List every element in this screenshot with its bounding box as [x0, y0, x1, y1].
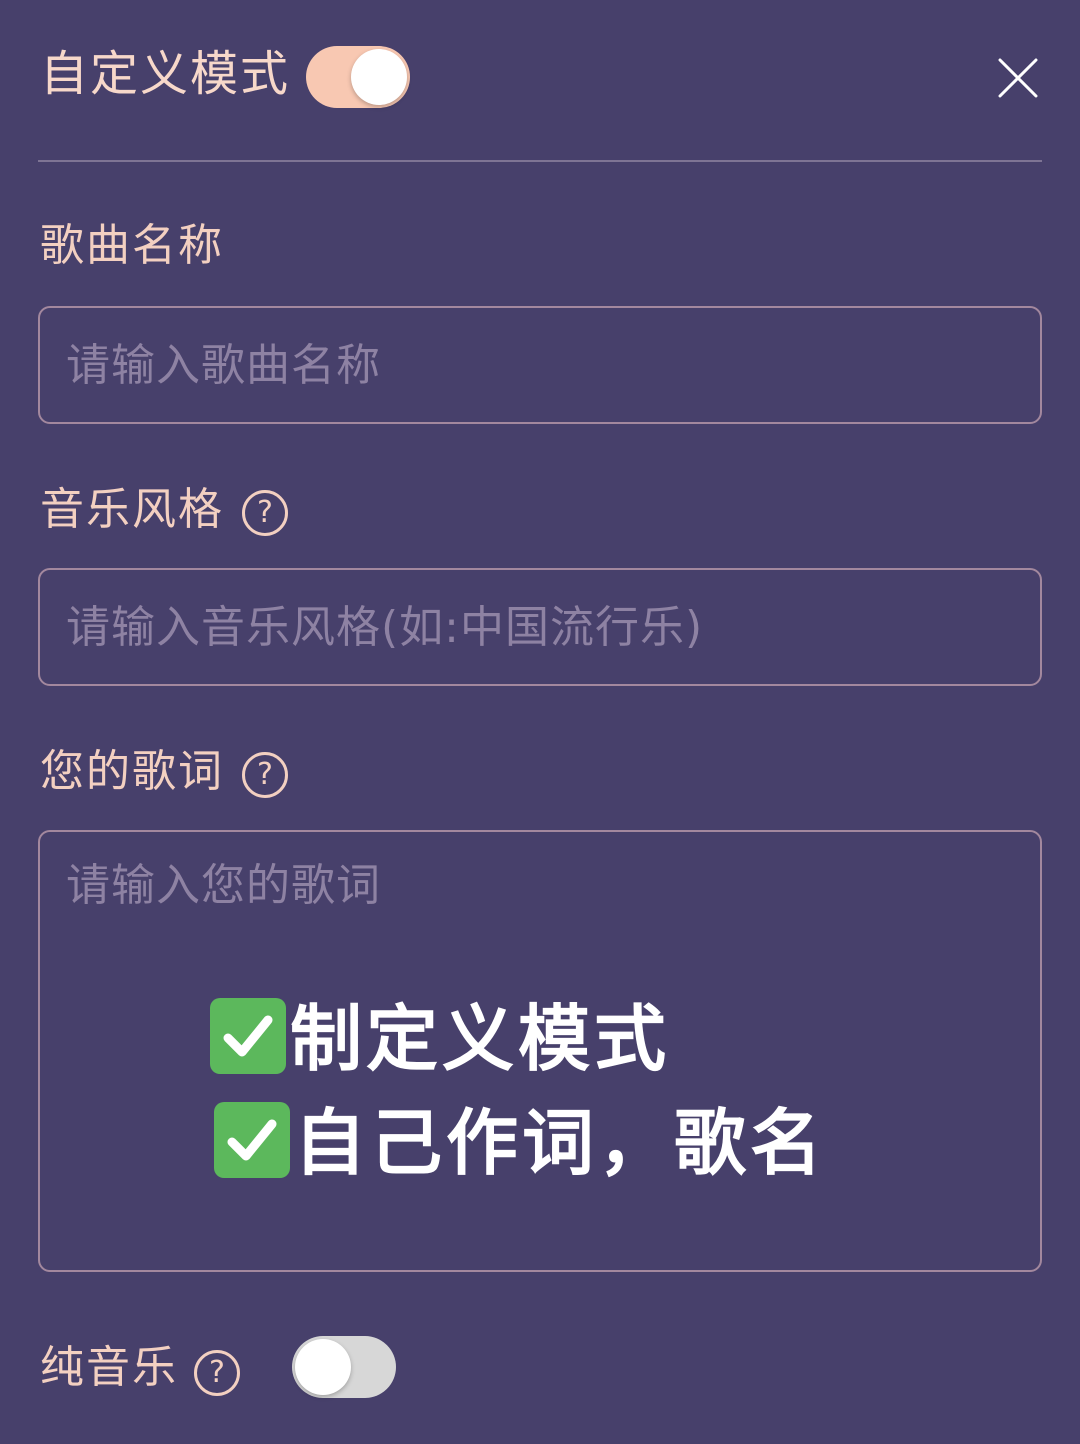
modal-header: 自定义模式	[0, 0, 1080, 160]
instrumental-toggle[interactable]	[292, 1336, 396, 1398]
close-icon	[998, 58, 1038, 98]
overlay-line-1: 制定义模式	[210, 994, 670, 1084]
song-name-label: 歌曲名称	[40, 220, 224, 271]
overlay-line-2: 自己作词，歌名	[214, 1098, 826, 1188]
music-style-label: 音乐风格	[40, 484, 224, 535]
toggle-knob	[295, 1339, 351, 1395]
music-style-help-icon[interactable]: ?	[242, 490, 288, 536]
check-box-icon	[214, 1102, 290, 1179]
music-style-input[interactable]	[38, 568, 1042, 686]
header-divider	[38, 160, 1042, 162]
instrumental-label: 纯音乐	[40, 1342, 178, 1393]
custom-mode-toggle[interactable]	[306, 46, 410, 108]
song-name-input[interactable]	[38, 306, 1042, 424]
overlay-text-1: 制定义模式	[290, 997, 671, 1081]
custom-mode-title: 自定义模式	[40, 46, 291, 102]
overlay-text-2: 自己作词，歌名	[294, 1101, 827, 1185]
check-box-icon	[210, 998, 286, 1075]
lyrics-label: 您的歌词	[40, 746, 224, 797]
lyrics-help-icon[interactable]: ?	[242, 752, 288, 798]
instrumental-help-icon[interactable]: ?	[194, 1350, 240, 1396]
toggle-knob	[351, 49, 407, 105]
close-button[interactable]	[990, 50, 1046, 106]
